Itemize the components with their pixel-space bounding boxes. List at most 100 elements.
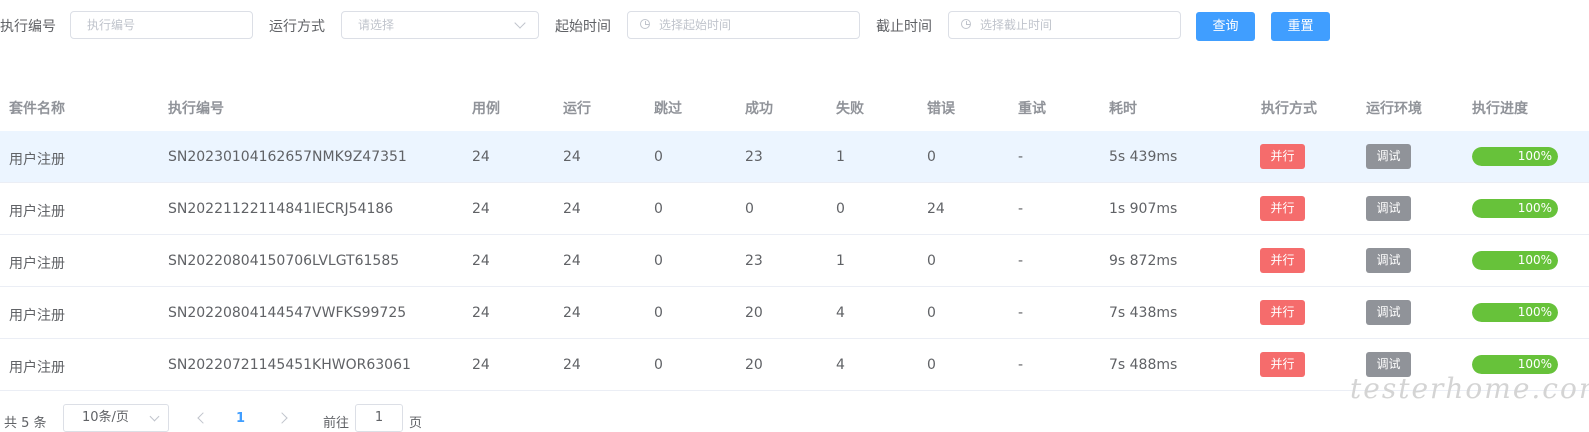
cell-fail: 4	[836, 357, 845, 373]
cell-duration: 1s 907ms	[1109, 201, 1178, 217]
cell-duration: 9s 872ms	[1109, 253, 1178, 269]
table-header: 套件名称 执行编号 用例 运行 跳过 成功 失败 错误 重试 耗时 执行方式 运…	[0, 80, 1589, 132]
cell-cases: 24	[472, 253, 490, 269]
end-time-label: 截止时间	[876, 19, 932, 35]
progress-bar: 100%	[1472, 251, 1558, 270]
cell-skip: 0	[654, 253, 663, 269]
progress-text: 100%	[1517, 253, 1552, 267]
filter-bar: 执行编号 执行编号 运行方式 请选择 起始时间 选择起始时间 截止时间 选择截止…	[0, 0, 1589, 52]
pagination: 共 5 条 10条/页 1 前往 1 页	[0, 402, 1589, 432]
page-size-select[interactable]: 10条/页	[63, 404, 169, 432]
header-cases: 用例	[472, 101, 500, 117]
header-env: 运行环境	[1366, 101, 1422, 117]
cell-skip: 0	[654, 201, 663, 217]
cell-error: 0	[927, 253, 936, 269]
header-mode: 执行方式	[1261, 101, 1317, 117]
env-tag: 调试	[1366, 196, 1411, 221]
cell-retry: -	[1018, 201, 1024, 217]
cell-suite: 用户注册	[9, 360, 65, 376]
goto-page-input[interactable]: 1	[355, 404, 403, 432]
mode-tag: 并行	[1260, 248, 1305, 273]
cell-success: 0	[745, 201, 754, 217]
header-suite: 套件名称	[9, 101, 65, 117]
mode-tag: 并行	[1260, 352, 1305, 377]
exec-no-input[interactable]: 执行编号	[70, 11, 253, 39]
cell-success: 20	[745, 357, 763, 373]
reset-button[interactable]: 重置	[1271, 12, 1330, 41]
cell-error: 24	[927, 201, 945, 217]
cell-exec-no: SN20230104162657NMK9Z47351	[168, 149, 407, 165]
header-skip: 跳过	[654, 101, 682, 117]
cell-run: 24	[563, 253, 581, 269]
progress-text: 100%	[1517, 149, 1552, 163]
mode-tag: 并行	[1260, 196, 1305, 221]
cell-error: 0	[927, 305, 936, 321]
header-exec-no: 执行编号	[168, 101, 224, 117]
env-tag: 调试	[1366, 300, 1411, 325]
progress-bar: 100%	[1472, 147, 1558, 166]
cell-retry: -	[1018, 253, 1024, 269]
table-row[interactable]: 用户注册 SN20220804144547VWFKS99725 24 24 0 …	[0, 287, 1589, 339]
end-time-placeholder: 选择截止时间	[980, 18, 1053, 32]
cell-run: 24	[563, 149, 581, 165]
end-time-picker[interactable]: 选择截止时间	[948, 11, 1181, 39]
cell-exec-no: SN20220804144547VWFKS99725	[168, 305, 407, 321]
start-time-placeholder: 选择起始时间	[659, 18, 732, 32]
cell-exec-no: SN20220804150706LVLGT61585	[168, 253, 400, 269]
header-duration: 耗时	[1109, 101, 1137, 117]
cell-error: 0	[927, 357, 936, 373]
cell-run: 24	[563, 201, 581, 217]
table-row[interactable]: 用户注册 SN20220804150706LVLGT61585 24 24 0 …	[0, 235, 1589, 287]
cell-skip: 0	[654, 149, 663, 165]
progress-text: 100%	[1517, 201, 1552, 215]
cell-cases: 24	[472, 201, 490, 217]
mode-tag: 并行	[1260, 300, 1305, 325]
prev-page-button[interactable]	[197, 412, 209, 424]
progress-bar: 100%	[1472, 199, 1558, 218]
header-success: 成功	[745, 101, 773, 117]
env-tag: 调试	[1366, 144, 1411, 169]
chevron-down-icon	[149, 411, 160, 422]
progress-bar: 100%	[1472, 303, 1558, 322]
run-mode-label: 运行方式	[269, 19, 325, 35]
cell-cases: 24	[472, 149, 490, 165]
clock-icon	[640, 19, 650, 29]
query-button[interactable]: 查询	[1196, 12, 1255, 41]
header-fail: 失败	[836, 101, 864, 117]
header-progress: 执行进度	[1472, 101, 1528, 117]
mode-tag: 并行	[1260, 144, 1305, 169]
page-size-value: 10条/页	[82, 410, 129, 425]
cell-success: 20	[745, 305, 763, 321]
cell-suite: 用户注册	[9, 256, 65, 272]
results-table: 套件名称 执行编号 用例 运行 跳过 成功 失败 错误 重试 耗时 执行方式 运…	[0, 80, 1589, 391]
run-mode-select[interactable]: 请选择	[341, 11, 539, 39]
page-number-current[interactable]: 1	[236, 411, 245, 426]
table-row[interactable]: 用户注册 SN20221122114841IECRJ54186 24 24 0 …	[0, 183, 1589, 235]
cell-success: 23	[745, 149, 763, 165]
cell-exec-no: SN20221122114841IECRJ54186	[168, 201, 394, 217]
cell-duration: 7s 438ms	[1109, 305, 1178, 321]
page-suffix-label: 页	[409, 416, 423, 431]
total-count: 共 5 条	[4, 416, 47, 431]
run-mode-placeholder: 请选择	[358, 18, 395, 32]
table-row[interactable]: 用户注册 SN20230104162657NMK9Z47351 24 24 0 …	[0, 131, 1589, 183]
goto-label: 前往	[323, 416, 350, 431]
cell-retry: -	[1018, 149, 1024, 165]
cell-retry: -	[1018, 305, 1024, 321]
header-retry: 重试	[1018, 101, 1046, 117]
cell-cases: 24	[472, 357, 490, 373]
cell-suite: 用户注册	[9, 308, 65, 324]
watermark: testerhome.com	[1350, 372, 1589, 405]
cell-fail: 0	[836, 201, 845, 217]
cell-suite: 用户注册	[9, 204, 65, 220]
cell-retry: -	[1018, 357, 1024, 373]
header-run: 运行	[563, 101, 591, 117]
cell-success: 23	[745, 253, 763, 269]
cell-cases: 24	[472, 305, 490, 321]
exec-no-label: 执行编号	[0, 19, 56, 35]
cell-duration: 5s 439ms	[1109, 149, 1178, 165]
env-tag: 调试	[1366, 248, 1411, 273]
cell-duration: 7s 488ms	[1109, 357, 1178, 373]
next-page-button[interactable]	[276, 412, 288, 424]
start-time-picker[interactable]: 选择起始时间	[627, 11, 860, 39]
